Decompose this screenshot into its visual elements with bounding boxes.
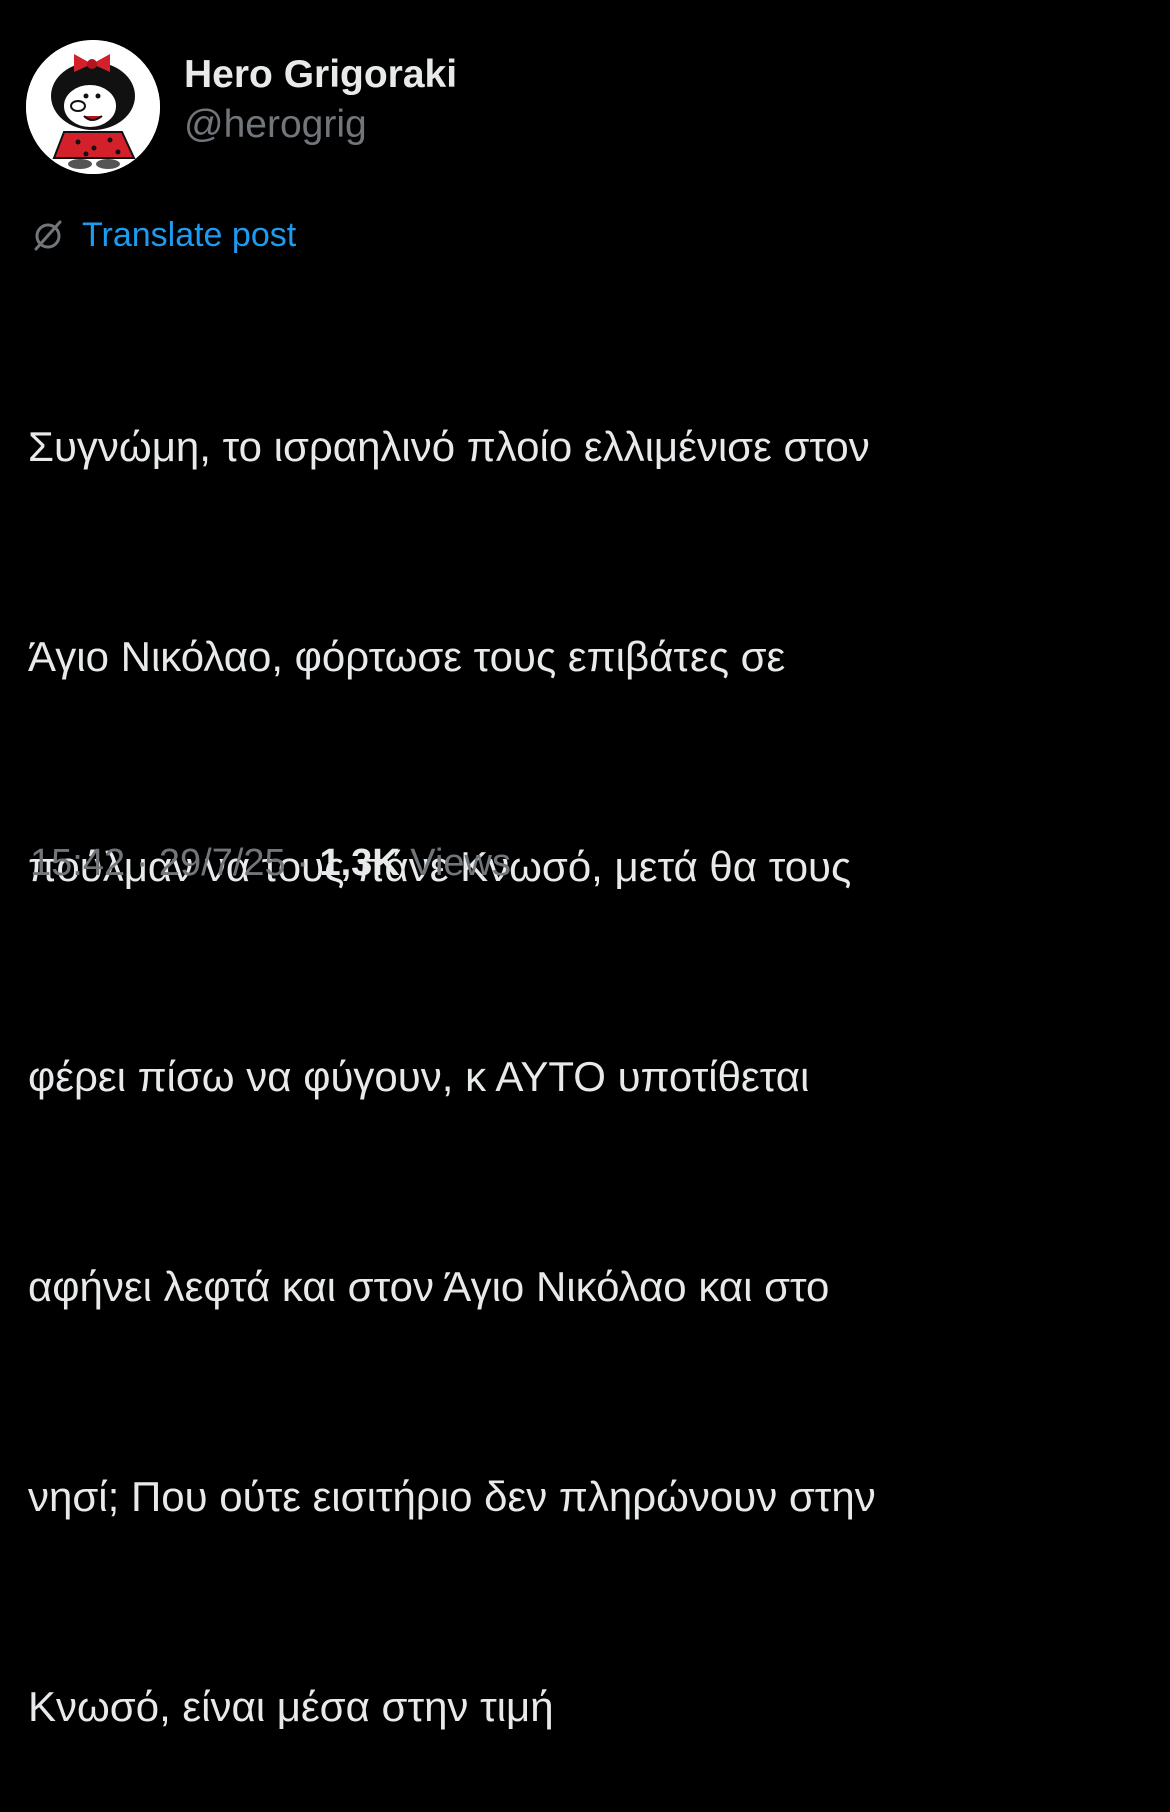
avatar[interactable] bbox=[26, 40, 160, 174]
globe-slash-icon bbox=[34, 220, 62, 251]
post-meta: 15:42 · 29/7/25 · 1,3K Views bbox=[30, 838, 511, 888]
post-text-line: Συγνώμη, το ισραηλινό πλοίο ελλιμένισε σ… bbox=[28, 423, 870, 470]
views-count: 1,3K bbox=[319, 842, 400, 884]
post-time[interactable]: 15:42 bbox=[30, 842, 125, 884]
cartoon-girl-avatar-icon bbox=[26, 40, 160, 174]
author-display-name[interactable]: Hero Grigoraki bbox=[184, 52, 457, 98]
post-date[interactable]: 29/7/25 bbox=[159, 842, 286, 884]
meta-separator: · bbox=[285, 842, 320, 884]
author-names: Hero Grigoraki @herogrig bbox=[184, 52, 457, 148]
post-text-line: Άγιο Νικόλαο, φόρτωσε τους επιβάτες σε bbox=[28, 633, 786, 680]
post-header: Hero Grigoraki @herogrig bbox=[26, 40, 457, 174]
meta-separator: · bbox=[125, 842, 159, 884]
post-text-line: Κνωσό, είναι μέσα στην τιμή bbox=[28, 1683, 554, 1730]
author-handle[interactable]: @herogrig bbox=[184, 102, 457, 148]
views-label: Views bbox=[399, 842, 511, 884]
post-text-line: νησί; Που ούτε εισιτήριο δεν πληρώνουν σ… bbox=[28, 1473, 876, 1520]
post-body: Συγνώμη, το ισραηλινό πλοίο ελλιμένισε σ… bbox=[28, 272, 1148, 1812]
post-text-line: αφήνει λεφτά και στον Άγιο Νικόλαο και σ… bbox=[28, 1263, 830, 1310]
translate-post-link[interactable]: Translate post bbox=[30, 213, 296, 257]
translate-post-label: Translate post bbox=[82, 216, 297, 254]
post-text-line: φέρει πίσω να φύγουν, κ ΑΥΤΟ υποτίθεται bbox=[28, 1053, 810, 1100]
